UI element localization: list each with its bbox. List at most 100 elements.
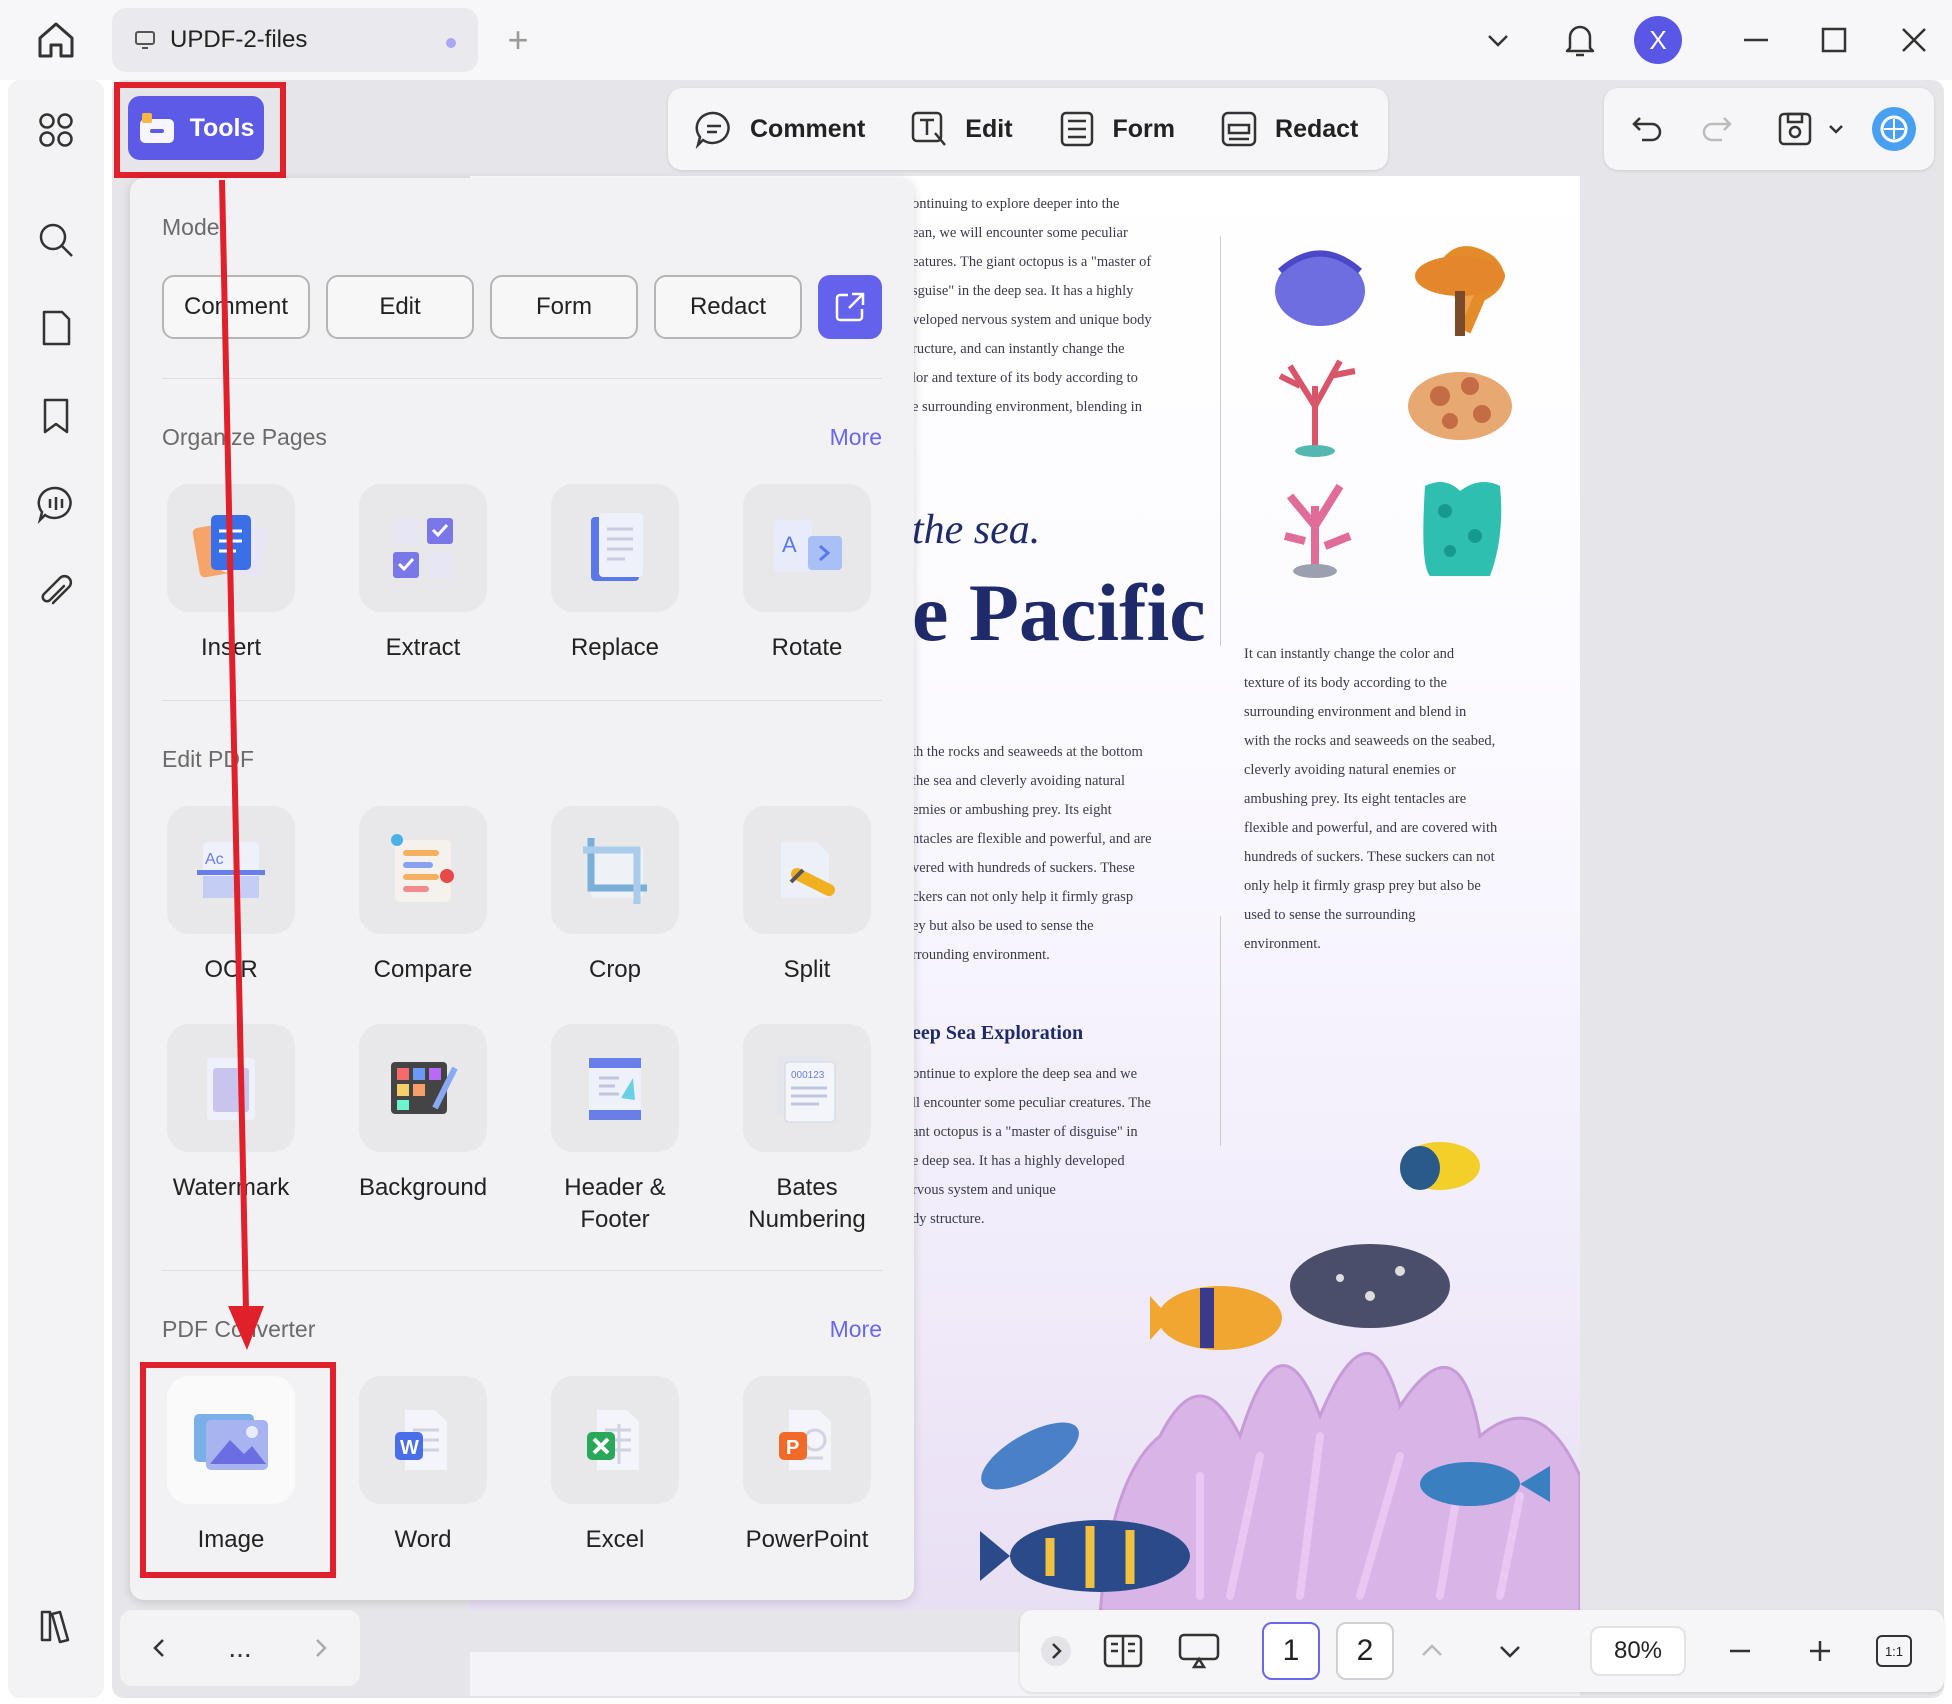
converter-more-link[interactable]: More (830, 1316, 882, 1343)
expand-icon[interactable] (1036, 1626, 1076, 1676)
tool-convert-word-label: Word (394, 1526, 452, 1553)
tool-rotate[interactable]: A Rotate (722, 484, 892, 664)
sea-life-illustration (980, 1142, 1580, 1610)
ai-assistant-icon[interactable] (1870, 105, 1918, 153)
mode-redact-label: Redact (1275, 114, 1359, 143)
crop-icon (583, 838, 647, 904)
tool-replace-label: Replace (570, 634, 660, 661)
organize-more-link[interactable]: More (830, 424, 882, 451)
tool-replace[interactable]: Replace (530, 484, 700, 664)
more-dots[interactable]: ... (228, 1632, 251, 1664)
doc-col2: It can instantly change the color and tex… (1244, 646, 1498, 952)
search-icon[interactable] (36, 220, 76, 260)
doc-col1-top: ontinuing to explore deeper into the ean,… (912, 196, 1152, 415)
tool-watermark[interactable]: Watermark (146, 1024, 316, 1204)
comments-icon[interactable] (36, 484, 76, 524)
attachment-icon[interactable] (36, 572, 76, 612)
tool-ocr[interactable]: Ac OCR (146, 806, 316, 986)
mode-comment-button[interactable]: Comment (694, 109, 865, 149)
tool-compare[interactable]: Compare (338, 806, 508, 986)
save-icon[interactable] (1774, 108, 1816, 150)
save-dropdown-icon[interactable] (1826, 108, 1846, 150)
next-page-icon[interactable] (1490, 1626, 1530, 1676)
monitor-icon (135, 31, 155, 49)
home-icon[interactable] (34, 18, 78, 62)
left-sidebar (8, 80, 104, 1698)
page-icon[interactable] (36, 308, 76, 348)
thumbnails-grid-icon[interactable] (36, 110, 76, 150)
tool-background[interactable]: Background (338, 1024, 508, 1204)
divider (162, 1270, 882, 1271)
chevron-left-icon[interactable] (148, 1636, 172, 1660)
svg-text:A: A (782, 532, 797, 557)
mode-section-title: Mode (162, 214, 220, 240)
actual-size-button[interactable]: 1:1 (1872, 1626, 1916, 1676)
tool-insert-label: Insert (200, 634, 262, 661)
undo-icon[interactable] (1626, 108, 1668, 150)
external-link-icon (835, 292, 865, 322)
bookmark-icon[interactable] (36, 396, 76, 436)
page-layout-icon[interactable] (1096, 1626, 1150, 1676)
tool-watermark-label: Watermark (172, 1174, 290, 1201)
panel-mode-edit-button[interactable]: Edit (326, 275, 474, 339)
avatar[interactable]: X (1634, 16, 1682, 64)
actual-size-label: 1:1 (1876, 1635, 1912, 1667)
panel-mode-comment-button[interactable]: Comment (162, 275, 310, 339)
mode-edit-button[interactable]: Edit (909, 109, 1013, 149)
tools-panel: Mode Comment Edit Form Redact Organize P… (130, 178, 914, 1600)
header-footer-icon (589, 1058, 641, 1120)
zoom-level[interactable]: 80% (1590, 1626, 1686, 1676)
mode-toolbar: Comment Edit Form Redact (668, 88, 1388, 170)
zoom-in-icon[interactable] (1800, 1626, 1840, 1676)
mode-redact-button[interactable]: Redact (1219, 109, 1358, 149)
page-button-2[interactable]: 2 (1336, 1622, 1394, 1680)
svg-text:000123: 000123 (791, 1070, 825, 1081)
tool-split-label: Split (783, 956, 831, 983)
tool-bates-numbering[interactable]: 000123 Bates Numbering (722, 1024, 892, 1236)
redo-icon[interactable] (1696, 108, 1738, 150)
svg-text:W: W (400, 1437, 419, 1459)
open-external-button[interactable] (818, 275, 882, 339)
tool-convert-excel[interactable]: Excel (530, 1376, 700, 1556)
tool-insert[interactable]: Insert (146, 484, 316, 664)
new-tab-button[interactable]: + (500, 22, 536, 58)
doc-col1-mid: th the rocks and seaweeds at the bottom … (912, 744, 1152, 963)
previous-page-icon[interactable] (1412, 1626, 1452, 1676)
chevron-down-icon[interactable] (1478, 16, 1518, 64)
document-tab[interactable]: UPDF-2-files (112, 8, 478, 72)
panel-mode-redact-button[interactable]: Redact (654, 275, 802, 339)
chevron-right-icon[interactable] (308, 1636, 332, 1660)
maximize-icon[interactable] (1814, 16, 1854, 64)
tool-convert-image-label: Image (197, 1526, 265, 1553)
form-icon (1060, 111, 1093, 147)
panel-mode-form-button[interactable]: Form (490, 275, 638, 339)
quick-toolbar (1604, 88, 1934, 170)
close-icon[interactable] (1894, 16, 1934, 64)
zoom-out-icon[interactable] (1720, 1626, 1760, 1676)
rotate-icon: A (774, 520, 842, 572)
doc-headline-small: the sea. (912, 507, 1041, 553)
page-toolbar: 1 2 80% 1:1 (1020, 1610, 1944, 1692)
tool-convert-word[interactable]: W Word (338, 1376, 508, 1556)
doc-section-heading: eep Sea Exploration (912, 1022, 1084, 1044)
page-button-1[interactable]: 1 (1262, 1622, 1320, 1680)
presentation-icon[interactable] (1172, 1626, 1226, 1676)
minimize-icon[interactable] (1736, 16, 1776, 64)
tool-convert-powerpoint-label: PowerPoint (745, 1526, 869, 1553)
bell-icon[interactable] (1558, 16, 1602, 64)
tool-convert-powerpoint[interactable]: P PowerPoint (722, 1376, 892, 1556)
tools-button[interactable]: Tools (128, 96, 264, 160)
mode-edit-label: Edit (965, 114, 1013, 143)
column-divider (1220, 236, 1221, 646)
tool-header-footer[interactable]: Header & Footer (530, 1024, 700, 1236)
mode-form-button[interactable]: Form (1057, 109, 1175, 149)
tool-convert-image[interactable]: Image (146, 1376, 316, 1556)
edit-pdf-section-title: Edit PDF (162, 746, 255, 772)
tool-bates-numbering-label: Bates Numbering (748, 1174, 866, 1233)
title-bar: UPDF-2-files + X (0, 0, 1952, 80)
tool-split[interactable]: Split (722, 806, 892, 986)
tool-extract[interactable]: Extract (338, 484, 508, 664)
tool-crop[interactable]: Crop (530, 806, 700, 986)
library-icon[interactable] (36, 1606, 76, 1646)
coral-illustration (1275, 246, 1512, 578)
